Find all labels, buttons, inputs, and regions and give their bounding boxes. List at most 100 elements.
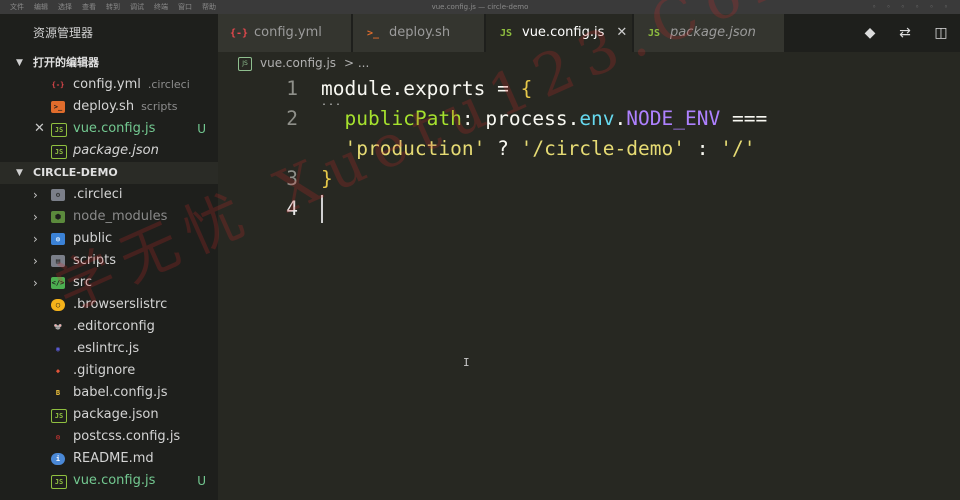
- json-icon: JS: [51, 145, 67, 159]
- code-token: :: [684, 137, 721, 160]
- tree-file[interactable]: ◯ .browserslistrc: [0, 294, 218, 316]
- open-editor-item[interactable]: JS package.json: [0, 140, 218, 162]
- tree-item-name: package.json: [73, 407, 159, 422]
- yaml-icon: {-}: [51, 81, 65, 89]
- folder-src-icon: </>: [51, 277, 65, 289]
- chevron-right-icon[interactable]: ›: [33, 272, 38, 294]
- code-token: ?: [485, 137, 521, 160]
- code-line: 3}: [218, 164, 960, 194]
- eslint-icon: ◉: [55, 345, 61, 353]
- open-editor-item[interactable]: ✕ JS vue.config.js U: [0, 118, 218, 140]
- close-icon[interactable]: ✕: [616, 25, 627, 40]
- editor-tab[interactable]: >_ deploy.sh: [353, 14, 484, 52]
- tree-file[interactable]: ◉ .eslintrc.js: [0, 338, 218, 360]
- line-number: 2: [286, 107, 298, 130]
- open-editor-name: deploy.sh scripts: [73, 99, 178, 114]
- tree-file[interactable]: i README.md: [0, 448, 218, 470]
- code-token: .: [567, 107, 580, 130]
- open-editors-header[interactable]: ▼ 打开的编辑器: [0, 52, 218, 74]
- tree-folder[interactable]: › ⬢ node_modules: [0, 206, 218, 228]
- window-title: vue.config.js — circle-demo: [431, 3, 529, 11]
- code-token: =: [485, 77, 521, 100]
- tree-item-name: scripts: [73, 253, 116, 268]
- tree-file[interactable]: ◎ postcss.config.js: [0, 426, 218, 448]
- tab-label: deploy.sh: [389, 25, 451, 40]
- tree-item-name: .browserslistrc: [73, 297, 168, 312]
- code-token: publicPath: [344, 107, 462, 130]
- editorconfig-icon: 🐭: [53, 323, 63, 331]
- split-editor-icon[interactable]: ◫: [933, 25, 949, 41]
- editor-tab[interactable]: JS package.json: [634, 14, 784, 52]
- tab-label: vue.config.js: [522, 25, 605, 40]
- code-token: '/': [720, 137, 756, 160]
- tree-file[interactable]: JS package.json: [0, 404, 218, 426]
- code-text: }: [321, 164, 333, 194]
- code-token: 'production': [344, 137, 486, 160]
- tree-item-name: .eslintrc.js: [73, 341, 140, 356]
- code-token: }: [321, 167, 333, 190]
- code-text: 'production' ? '/circle-demo' : '/': [321, 134, 755, 164]
- open-editor-item[interactable]: >_ deploy.sh scripts: [0, 96, 218, 118]
- explorer-sidebar: 资源管理器 ▼ 打开的编辑器 {-} config.yml .circleci >_ d…: [0, 14, 218, 500]
- git-compare-icon[interactable]: ◆: [862, 25, 878, 41]
- chevron-right-icon[interactable]: ›: [33, 228, 38, 250]
- open-editor-name: config.yml .circleci: [73, 77, 190, 92]
- open-editor-name: vue.config.js: [73, 121, 156, 136]
- code-token: {: [520, 77, 533, 100]
- tree-folder[interactable]: › </> src: [0, 272, 218, 294]
- tree-file[interactable]: JS vue.config.js U: [0, 470, 218, 492]
- open-editor-item[interactable]: {-} config.yml .circleci: [0, 74, 218, 96]
- project-header[interactable]: ▼ CIRCLE-DEMO: [0, 162, 218, 184]
- tree-file[interactable]: 🐭 .editorconfig: [0, 316, 218, 338]
- open-changes-icon[interactable]: ⇄: [897, 25, 913, 41]
- tree-file[interactable]: ◆ .gitignore: [0, 360, 218, 382]
- tree-item-name: src: [73, 275, 92, 290]
- open-editors-list: {-} config.yml .circleci >_ deploy.sh scripts…: [0, 74, 218, 162]
- project-tree: › ⚙ .circleci › ⬢ node_modules › ◍ public › ▤ scrip…: [0, 184, 218, 492]
- chevron-down-icon: ▼: [16, 168, 23, 178]
- tree-item-name: .gitignore: [73, 363, 136, 378]
- code-token: :: [461, 107, 486, 130]
- chevron-right-icon[interactable]: ›: [33, 250, 38, 272]
- breadcrumb: JS vue.config.js > ...: [218, 52, 960, 74]
- close-icon[interactable]: ✕: [34, 118, 45, 140]
- breadcrumb-file[interactable]: vue.config.js: [260, 52, 336, 74]
- tree-item-name: node_modules: [73, 209, 168, 224]
- code-editor[interactable]: 1 module.exports = {2 publicPath: process…: [218, 74, 960, 500]
- tree-item-name: .circleci: [73, 187, 123, 202]
- tree-folder[interactable]: › ▤ scripts: [0, 250, 218, 272]
- babel-icon: B: [55, 389, 61, 397]
- tree-item-name: README.md: [73, 451, 154, 466]
- project-label: CIRCLE-DEMO: [33, 166, 118, 179]
- text-cursor: [321, 195, 323, 223]
- breadcrumb-more[interactable]: > ...: [344, 52, 369, 74]
- tree-item-name: public: [73, 231, 113, 246]
- tree-item-name: vue.config.js: [73, 473, 156, 488]
- chevron-down-icon: ▼: [16, 58, 23, 68]
- tree-file[interactable]: Bbabel.config.js: [0, 382, 218, 404]
- readme-icon: i: [51, 453, 65, 465]
- tree-folder[interactable]: › ⚙ .circleci: [0, 184, 218, 206]
- code-token: exports: [403, 77, 486, 100]
- json-icon: JS: [647, 28, 661, 39]
- editor-tab[interactable]: JS vue.config.js ✕: [486, 14, 632, 52]
- tree-item-name: .editorconfig: [73, 319, 155, 334]
- code-text: publicPath: process.env.NODE_ENV ===: [321, 104, 779, 134]
- postcss-icon: ◎: [55, 433, 61, 441]
- system-tray-icons: ◦ ◦ ◦ ◦ ◦ ◦: [872, 3, 952, 11]
- mouse-ibeam-icon: I: [463, 356, 470, 369]
- code-token: process: [485, 107, 568, 130]
- js-icon: JS: [499, 28, 513, 39]
- explorer-title: 资源管理器: [33, 26, 94, 40]
- tree-folder[interactable]: › ◍ public: [0, 228, 218, 250]
- folder-scripts-icon: ▤: [51, 255, 65, 267]
- open-editor-desc: scripts: [141, 100, 178, 113]
- chevron-right-icon[interactable]: ›: [33, 184, 38, 206]
- folder-node-icon: ⬢: [51, 211, 65, 223]
- tab-label: package.json: [670, 25, 756, 40]
- editor-tab[interactable]: {-} config.yml: [218, 14, 351, 52]
- chevron-right-icon[interactable]: ›: [33, 206, 38, 228]
- js-icon: JS: [51, 123, 67, 137]
- git-status-badge: U: [197, 474, 206, 488]
- shell-icon: >_: [366, 28, 380, 39]
